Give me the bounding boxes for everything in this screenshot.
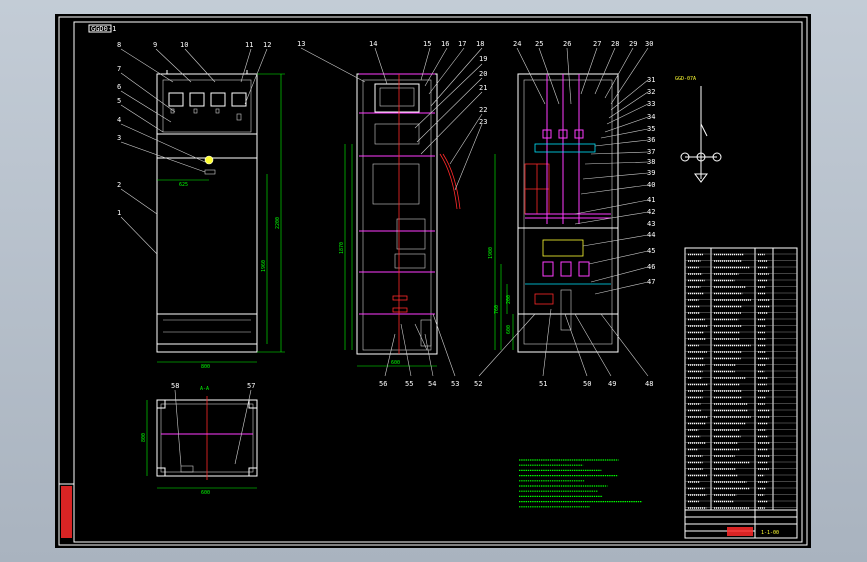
callout-4: 4 <box>117 116 121 124</box>
callout-15: 15 <box>423 40 431 48</box>
side-view: 1870 600 <box>300 47 483 377</box>
callout-19: 19 <box>479 55 487 63</box>
callout-37: 37 <box>647 148 655 156</box>
left-title-bar <box>61 486 72 538</box>
front-view: 800 2200 1960 625 <box>120 48 285 370</box>
callout-39: 39 <box>647 169 655 177</box>
dim-rear-200: 200 <box>506 295 512 304</box>
callout-28: 28 <box>611 40 619 48</box>
plan-view: A-A 600 800 <box>141 386 258 496</box>
dim-side-depth: 600 <box>391 360 400 366</box>
callout-7: 7 <box>117 65 121 73</box>
dim-rear-760: 760 <box>494 305 500 314</box>
callout-29: 29 <box>629 40 637 48</box>
dim-rear-1900: 1900 <box>488 247 494 259</box>
title-block: 1-1-00 <box>684 509 798 539</box>
callout-22: 22 <box>479 106 487 114</box>
callout-31: 31 <box>647 76 655 84</box>
callout-48: 48 <box>645 380 653 388</box>
callout-11: 11 <box>245 41 253 49</box>
callout-51: 51 <box>539 380 547 388</box>
callout-14: 14 <box>369 40 377 48</box>
callout-1: 1 <box>117 209 121 217</box>
callout-45: 45 <box>647 247 655 255</box>
callout-49: 49 <box>608 380 616 388</box>
callout-5: 5 <box>117 97 121 105</box>
callout-58: 58 <box>171 382 179 390</box>
callout-54: 54 <box>428 380 436 388</box>
callout-2: 2 <box>117 181 121 189</box>
top-left-tag-text: GGD0-1 <box>91 25 116 33</box>
callout-27: 27 <box>593 40 601 48</box>
callout-23: 23 <box>479 118 487 126</box>
scheme-label: GGD-07A <box>675 76 696 82</box>
single-line-schematic: GGD-07A <box>675 76 722 183</box>
dim-rear-600: 600 <box>506 325 512 334</box>
callout-43: 43 <box>647 220 655 228</box>
callout-53: 53 <box>451 380 459 388</box>
callout-25: 25 <box>535 40 543 48</box>
dim-front-inner: 1960 <box>261 260 267 272</box>
callout-38: 38 <box>647 158 655 166</box>
dim-front-height: 2200 <box>275 217 281 229</box>
drawing-sheet: GGD0-1 800 2200 1960 625 8 9 10 11 12 7 … <box>55 14 811 548</box>
callout-41: 41 <box>647 196 655 204</box>
callout-50: 50 <box>583 380 591 388</box>
callout-47: 47 <box>647 278 655 286</box>
technical-notes <box>519 459 643 508</box>
dim-front-width: 800 <box>201 364 210 370</box>
callout-55: 55 <box>405 380 413 388</box>
callout-33: 33 <box>647 100 655 108</box>
callout-52: 52 <box>474 380 482 388</box>
callout-17: 17 <box>458 40 466 48</box>
callout-12: 12 <box>263 41 271 49</box>
callout-9: 9 <box>153 41 157 49</box>
callout-34: 34 <box>647 113 655 121</box>
callout-21: 21 <box>479 84 487 92</box>
callout-26: 26 <box>563 40 571 48</box>
dim-plan-width: 600 <box>201 490 210 496</box>
callout-36: 36 <box>647 136 655 144</box>
dim-side-1870: 1870 <box>339 242 345 254</box>
cad-drawing: GGD0-1 800 2200 1960 625 8 9 10 11 12 7 … <box>58 16 808 546</box>
callout-44: 44 <box>647 231 655 239</box>
callout-8: 8 <box>117 41 121 49</box>
callout-32: 32 <box>647 88 655 96</box>
drawing-number: 1-1-00 <box>761 530 779 536</box>
callout-56: 56 <box>379 380 387 388</box>
callout-6: 6 <box>117 83 121 91</box>
callout-42: 42 <box>647 208 655 216</box>
callout-3: 3 <box>117 134 121 142</box>
callout-16: 16 <box>441 40 449 48</box>
callout-57: 57 <box>247 382 255 390</box>
callout-46: 46 <box>647 263 655 271</box>
callout-40: 40 <box>647 181 655 189</box>
dim-plan-depth: 800 <box>141 433 147 442</box>
parts-list-text-lines <box>688 253 770 509</box>
callout-24: 24 <box>513 40 521 48</box>
callout-35: 35 <box>647 125 655 133</box>
rear-view: 1900 760 200 600 <box>488 73 619 353</box>
callout-18: 18 <box>476 40 484 48</box>
callout-10: 10 <box>180 41 188 49</box>
parts-list-rows <box>685 253 797 508</box>
callout-20: 20 <box>479 70 487 78</box>
section-label: A-A <box>200 386 209 392</box>
callout-30: 30 <box>645 40 653 48</box>
dim-front-625: 625 <box>179 182 188 188</box>
callout-13: 13 <box>297 40 305 48</box>
